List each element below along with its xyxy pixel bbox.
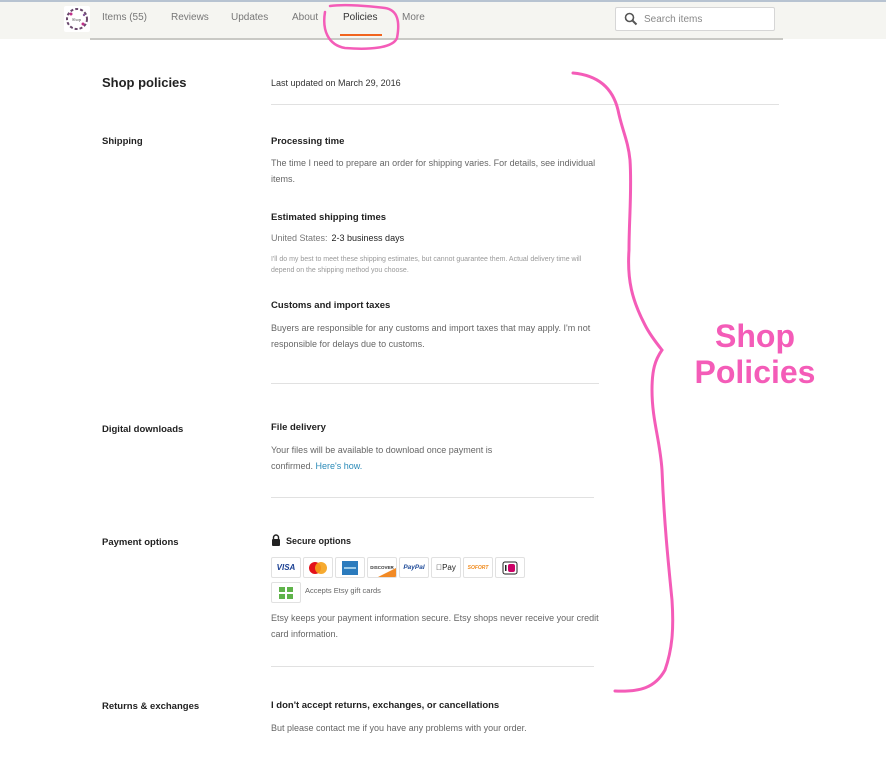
nav-tab-policies[interactable]: Policies: [343, 12, 377, 23]
nav-tab-items[interactable]: Items (55): [102, 12, 147, 23]
customs-text: Buyers are responsible for any customs a…: [271, 323, 591, 349]
divider: [271, 383, 599, 384]
annotation-label: Shop Policies: [690, 318, 820, 390]
divider: [271, 497, 594, 498]
divider: [271, 666, 594, 667]
svg-text:Shop: Shop: [72, 17, 82, 22]
shipping-disclaimer: I'll do my best to meet these shipping e…: [271, 256, 582, 274]
customs-heading: Customs and import taxes: [271, 300, 391, 311]
gift-card-icon: [271, 582, 301, 603]
processing-time-heading: Processing time: [271, 136, 345, 147]
ideal-icon: [495, 557, 525, 578]
search-icon: [624, 12, 638, 26]
nav-bar-shadow: [90, 38, 783, 40]
amex-icon: [335, 557, 365, 578]
active-tab-indicator: [340, 34, 382, 36]
shipping-estimate-row: United States: 2-3 business days: [271, 233, 404, 243]
discover-icon: DISCOVER: [367, 557, 397, 578]
nav-tab-about[interactable]: About: [292, 12, 318, 23]
file-delivery-heading: File delivery: [271, 422, 326, 433]
annotation-line-1: Shop: [715, 318, 795, 354]
returns-text: But please contact me if you have any pr…: [271, 723, 527, 733]
paypal-icon: PayPal: [399, 557, 429, 578]
apple-pay-icon: Pay: [431, 557, 461, 578]
search-input[interactable]: [644, 13, 764, 25]
annotation-line-2: Policies: [694, 354, 816, 390]
file-delivery-body: Your files will be available to download…: [271, 445, 493, 471]
gift-cards-text: Accepts Etsy gift cards: [305, 586, 381, 595]
processing-time-text: The time I need to prepare an order for …: [271, 158, 596, 184]
shipping-estimate-value: 2-3 business days: [331, 233, 405, 243]
search-box[interactable]: [615, 7, 775, 31]
estimated-shipping-heading: Estimated shipping times: [271, 212, 387, 223]
mastercard-icon: [303, 557, 333, 578]
divider: [271, 104, 779, 105]
visa-icon: VISA: [271, 557, 301, 578]
nav-tab-updates[interactable]: Updates: [231, 12, 268, 23]
nav-tab-reviews[interactable]: Reviews: [171, 12, 209, 23]
shop-logo-icon: Shop: [66, 8, 88, 30]
shipping-country: United States:: [271, 233, 328, 243]
last-updated-text: Last updated on March 29, 2016: [271, 78, 401, 88]
page-title: Shop policies: [102, 75, 187, 90]
section-label-digital-downloads: Digital downloads: [102, 424, 184, 435]
secure-options-heading: Secure options: [286, 536, 352, 546]
payment-security-text: Etsy keeps your payment information secu…: [271, 613, 599, 639]
returns-heading: I don't accept returns, exchanges, or ca…: [271, 700, 500, 711]
sofort-icon: SOFORT: [463, 557, 493, 578]
section-label-returns: Returns & exchanges: [102, 701, 200, 712]
payment-methods-list: VISA DISCOVER PayPal Pay SOFORT: [271, 557, 525, 578]
nav-tab-more[interactable]: More: [402, 12, 425, 23]
shop-logo[interactable]: Shop: [64, 6, 90, 32]
section-label-payment-options: Payment options: [102, 537, 179, 548]
file-delivery-text: Your files will be available to download…: [271, 442, 531, 474]
lock-icon: [272, 534, 280, 546]
heres-how-link[interactable]: Here's how.: [316, 461, 363, 471]
section-label-shipping: Shipping: [102, 136, 143, 147]
